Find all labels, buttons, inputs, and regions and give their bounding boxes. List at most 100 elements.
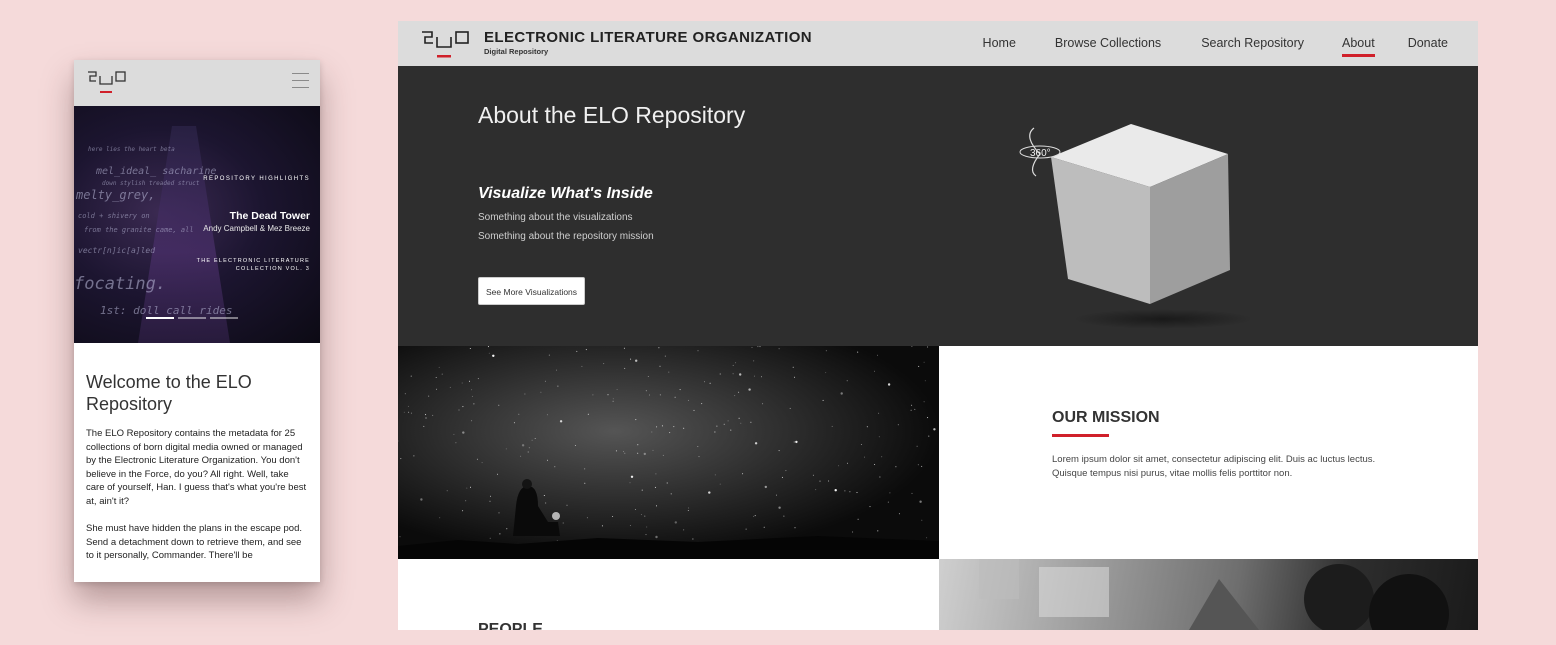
people-panel: PEOPLE: [398, 559, 939, 630]
nav-donate[interactable]: Donate: [1408, 21, 1448, 66]
star: [546, 414, 548, 416]
hamburger-menu-icon[interactable]: [292, 73, 309, 94]
nav-home[interactable]: Home: [983, 21, 1016, 66]
nav-browse-collections[interactable]: Browse Collections: [1055, 21, 1161, 66]
star: [531, 439, 533, 441]
welcome-paragraph: She must have hidden the plans in the es…: [86, 523, 303, 561]
star: [789, 407, 791, 409]
elo-logo-icon[interactable]: [420, 30, 472, 60]
star: [425, 414, 427, 416]
hero-text: Something about the visualizations: [478, 212, 633, 223]
star: [645, 534, 647, 536]
star: [688, 507, 690, 509]
elo-logo-icon[interactable]: [86, 70, 130, 96]
star: [407, 405, 409, 407]
star: [911, 404, 913, 406]
star: [612, 398, 614, 400]
star: [488, 352, 490, 354]
star: [914, 408, 916, 410]
star: [921, 519, 923, 521]
visualization-cube[interactable]: 360°: [1018, 114, 1278, 344]
star: [815, 489, 817, 491]
star: [458, 409, 460, 411]
star: [623, 451, 624, 453]
star: [662, 454, 664, 456]
star: [927, 346, 929, 348]
star: [785, 470, 787, 472]
star: [683, 427, 685, 429]
star: [581, 365, 583, 367]
star: [748, 388, 751, 391]
star: [513, 422, 515, 424]
star: [776, 494, 777, 496]
star: [556, 369, 557, 371]
star: [585, 349, 587, 351]
star: [764, 485, 767, 489]
star: [668, 371, 670, 373]
highlights-label: REPOSITORY HIGHLIGHTS: [203, 176, 310, 182]
star: [656, 505, 657, 507]
star: [849, 491, 851, 493]
star: [651, 431, 653, 433]
brand[interactable]: ELECTRONIC LITERATURE ORGANIZATION Digit…: [484, 29, 812, 56]
star: [881, 456, 883, 458]
star: [643, 452, 646, 456]
star: [432, 414, 434, 416]
star: [874, 370, 875, 372]
star: [449, 386, 451, 388]
star: [734, 395, 736, 397]
brand-subtitle: Digital Repository: [484, 47, 549, 56]
star: [587, 413, 589, 415]
star: [911, 492, 913, 494]
accent-divider: [1052, 434, 1109, 437]
star: [778, 450, 780, 452]
star: [462, 510, 464, 512]
star: [659, 365, 661, 367]
star: [554, 466, 556, 468]
star: [754, 515, 756, 517]
code-line: from the granite came, all: [84, 226, 194, 234]
star: [670, 493, 672, 495]
star: [652, 449, 654, 451]
star: [487, 346, 489, 348]
star: [612, 516, 614, 517]
mission-text: Lorem ipsum dolor sit amet, consectetur …: [1052, 454, 1376, 479]
nav-about[interactable]: About: [1342, 21, 1375, 66]
star: [635, 359, 638, 362]
carousel-dot[interactable]: [210, 317, 238, 319]
brand-title: ELECTRONIC LITERATURE ORGANIZATION: [484, 29, 813, 46]
star: [693, 409, 695, 411]
students-photo: [979, 559, 1449, 630]
welcome-title: Welcome to the ELO Repository: [86, 372, 252, 414]
star: [506, 528, 508, 530]
star: [831, 425, 833, 427]
star: [410, 375, 412, 377]
star: [857, 351, 859, 353]
star: [471, 389, 473, 391]
star: [498, 404, 500, 406]
carousel-dot[interactable]: [178, 317, 206, 319]
mobile-hero-carousel[interactable]: here lies the heart beta mel_ideal_ sach…: [74, 106, 320, 343]
see-more-visualizations-button[interactable]: See More Visualizations: [478, 277, 586, 305]
star: [919, 500, 922, 503]
star: [879, 476, 881, 478]
star: [439, 517, 441, 519]
star: [473, 403, 475, 405]
star: [498, 512, 500, 514]
highlight-title[interactable]: The Dead Tower: [230, 210, 310, 222]
star: [834, 489, 837, 492]
star: [666, 482, 668, 484]
code-line: vectr[n]ic[a]led: [78, 246, 156, 255]
star: [840, 392, 843, 395]
star: [425, 417, 427, 419]
star: [435, 377, 437, 378]
star: [408, 411, 410, 413]
carousel-dot[interactable]: [146, 317, 174, 319]
carousel-indicators[interactable]: [146, 317, 238, 319]
star: [923, 361, 925, 363]
star: [673, 426, 675, 428]
star: [669, 432, 671, 434]
star: [654, 486, 656, 488]
nav-search-repository[interactable]: Search Repository: [1201, 21, 1304, 66]
code-line: down stylish treaded struct: [102, 180, 200, 187]
